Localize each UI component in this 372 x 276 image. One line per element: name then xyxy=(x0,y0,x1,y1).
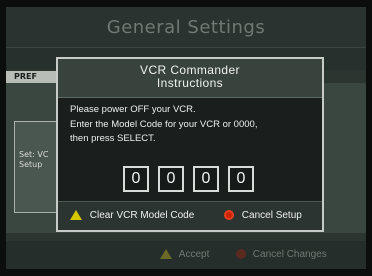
clear-code-button[interactable]: Clear VCR Model Code xyxy=(70,210,194,221)
model-code-entry: 0 0 0 0 xyxy=(58,166,322,194)
circle-icon xyxy=(224,210,234,221)
instruction-line: Enter the Model Code for your VCR or 000… xyxy=(70,118,258,130)
background-setup-label: Set: VC Setup xyxy=(19,150,49,169)
circle-icon xyxy=(236,249,246,260)
dialog-footer: Clear VCR Model Code Cancel Setup xyxy=(58,201,322,230)
vcr-commander-dialog: VCR Commander Instructions Please power … xyxy=(56,57,324,232)
dialog-title: VCR Commander Instructions xyxy=(58,59,322,98)
cancel-changes-hint[interactable]: Cancel Changes xyxy=(236,249,327,260)
cancel-setup-label: Cancel Setup xyxy=(241,210,302,221)
code-digit-1[interactable]: 0 xyxy=(123,166,149,192)
code-digit-3[interactable]: 0 xyxy=(193,166,219,192)
instructions-text: Please power OFF your VCR. Enter the Mod… xyxy=(70,103,314,147)
dialog-title-line2: Instructions xyxy=(156,76,224,90)
dialog-title-line1: VCR Commander xyxy=(140,63,240,77)
code-digit-2[interactable]: 0 xyxy=(158,166,184,192)
triangle-icon xyxy=(160,249,172,260)
title-bar: General Settings xyxy=(6,7,366,48)
cancel-changes-label: Cancel Changes xyxy=(252,249,327,260)
instruction-line: Please power OFF your VCR. xyxy=(70,104,196,115)
code-digit-4[interactable]: 0 xyxy=(228,166,254,192)
screen-footer: Accept Cancel Changes xyxy=(6,241,366,269)
instruction-line: then press SELECT. xyxy=(70,133,156,144)
clear-code-label: Clear VCR Model Code xyxy=(89,210,195,221)
cancel-setup-button[interactable]: Cancel Setup xyxy=(224,210,302,221)
page-title: General Settings xyxy=(106,17,266,38)
accept-hint[interactable]: Accept xyxy=(160,249,209,260)
accept-label: Accept xyxy=(178,249,210,260)
triangle-icon xyxy=(70,210,82,221)
